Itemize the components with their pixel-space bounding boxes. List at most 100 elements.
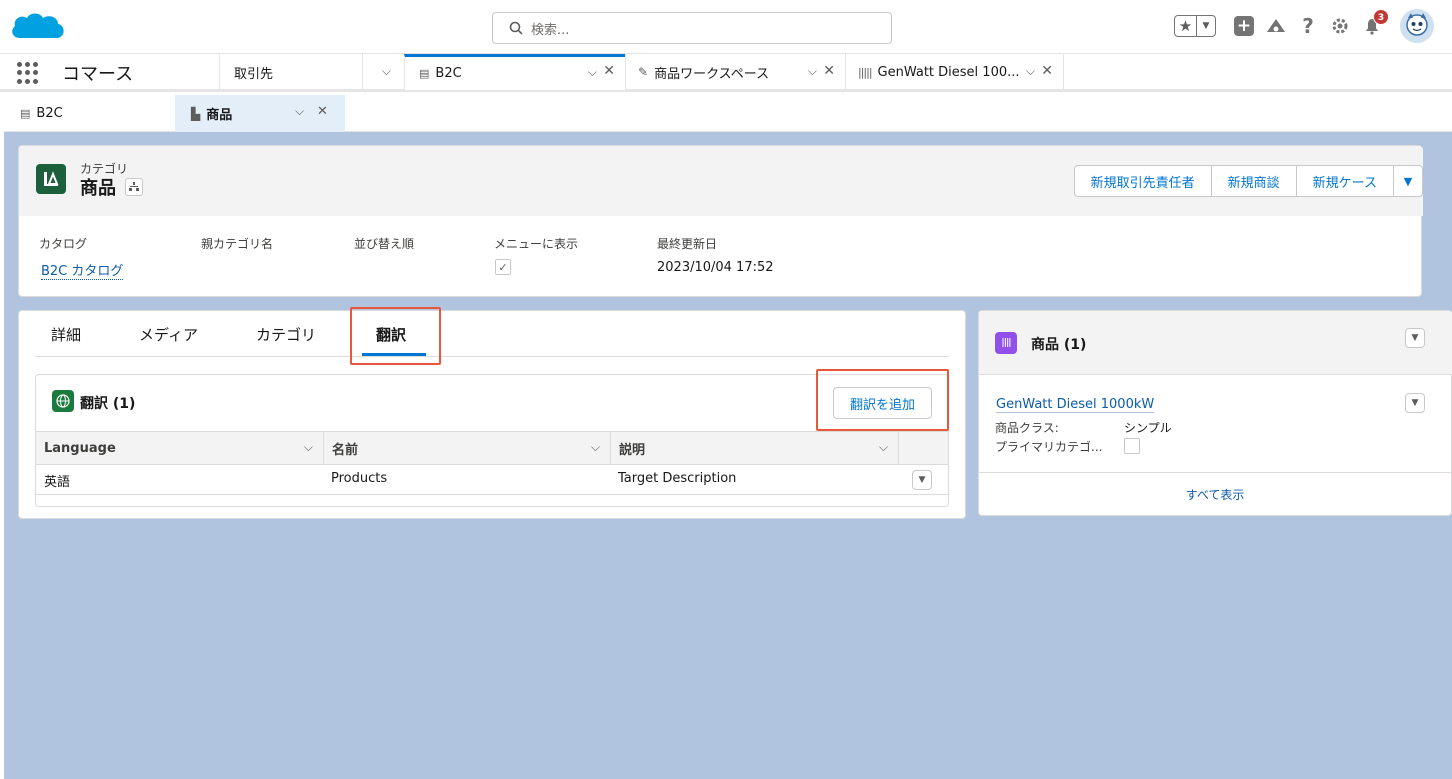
store-icon: ▤ [20, 107, 31, 120]
card-footer [979, 472, 1451, 473]
search-icon [509, 21, 523, 35]
edit-icon: ✎ [638, 65, 649, 79]
workspace-subtabs: ▤ B2C ▙ 商品 ⌵ ✕ [4, 95, 1452, 132]
more-actions-button[interactable]: ▼ [1393, 165, 1423, 197]
close-icon[interactable]: ✕ [317, 104, 328, 119]
salesforce-logo[interactable] [8, 8, 68, 52]
nav-tab-label: B2C [435, 66, 462, 81]
column-header-language[interactable]: Language ⌵ [36, 431, 323, 465]
favorites-button[interactable]: ★ ▼ [1174, 15, 1216, 37]
active-tab-indicator [362, 353, 426, 356]
chevron-down-icon[interactable]: ⌵ [879, 440, 888, 455]
chevron-down-icon[interactable]: ⌵ [808, 64, 817, 79]
gear-icon [1332, 18, 1348, 34]
nav-tab-separator [362, 54, 363, 90]
translations-related-list: 翻訳 (1) 翻訳を追加 Language ⌵ 名前 ⌵ 説明 ⌵ 英語 Pro… [35, 374, 949, 507]
chevron-down-icon: ▼ [1403, 174, 1413, 188]
product-field-label: プライマリカテゴ... [995, 440, 1103, 454]
row-actions-button[interactable]: ▼ [912, 470, 932, 490]
column-header-name[interactable]: 名前 ⌵ [323, 431, 610, 465]
chevron-down-icon[interactable]: ⌵ [1026, 64, 1035, 79]
category-icon: ▙ [191, 106, 201, 121]
record-tabset: 詳細 メディア カテゴリ 翻訳 [35, 311, 949, 357]
chevron-down-icon[interactable]: ▼ [1197, 21, 1215, 31]
global-header: 検索... ★ ▼ + ? 3 [0, 0, 1452, 54]
close-icon[interactable]: ✕ [1041, 63, 1053, 79]
field-label-sort-order: 並び替え順 [354, 237, 415, 251]
search-placeholder: 検索... [531, 22, 570, 38]
field-label-last-modified: 最終更新日 [657, 237, 718, 251]
record-title: 商品 [80, 178, 116, 199]
products-card-title[interactable]: 商品 (1) [1031, 334, 1086, 354]
cell-name: Products [331, 471, 388, 486]
barcode-icon: |||| [1001, 338, 1011, 348]
trailhead-icon [1267, 19, 1285, 32]
notifications-button[interactable]: 3 [1361, 9, 1389, 37]
tab-media[interactable]: メディア [139, 324, 198, 345]
nav-tab-label: GenWatt Diesel 100... [877, 64, 1020, 80]
header-utilities: ★ ▼ + ? 3 [1174, 9, 1434, 43]
subtab-b2c[interactable]: ▤ B2C [4, 95, 175, 132]
nav-tab-b2c[interactable]: ▤ B2C ⌵ ✕ [404, 54, 625, 90]
field-label-parent-category: 親カテゴリ名 [201, 237, 274, 251]
trailhead-button[interactable] [1265, 15, 1287, 37]
nav-tab-genwatt[interactable]: ||||| GenWatt Diesel 100... ⌵ ✕ [845, 54, 1064, 90]
chevron-down-icon[interactable]: ⌵ [304, 440, 313, 455]
nav-tab-accounts[interactable]: 取引先 ⌵ [219, 54, 405, 90]
product-icon-box: |||| [995, 332, 1017, 354]
global-search[interactable]: 検索... [492, 12, 892, 44]
nav-tab-product-workspace[interactable]: ✎ 商品ワークスペース ⌵ ✕ [625, 54, 845, 90]
globe-icon [56, 394, 70, 408]
field-value-show-in-menu: ✓ [495, 259, 511, 275]
star-icon: ★ [1175, 16, 1197, 36]
global-actions-button[interactable]: + [1233, 15, 1255, 37]
chevron-down-icon[interactable]: ⌵ [591, 440, 600, 455]
subtab-label: B2C [36, 106, 63, 121]
plus-icon: + [1234, 16, 1254, 36]
store-icon: ▤ [419, 67, 430, 80]
help-icon: ? [1302, 14, 1314, 38]
chevron-down-icon[interactable]: ⌵ [588, 65, 597, 80]
close-icon[interactable]: ✕ [603, 63, 615, 79]
hierarchy-icon [129, 182, 139, 191]
setup-button[interactable] [1329, 15, 1351, 37]
new-contact-button[interactable]: 新規取引先責任者 [1073, 165, 1212, 197]
tab-details[interactable]: 詳細 [51, 324, 81, 345]
hierarchy-button[interactable] [125, 178, 143, 196]
field-value-last-modified: 2023/10/04 17:52 [657, 260, 774, 275]
primary-category-checkbox [1124, 438, 1140, 454]
app-launcher-icon[interactable] [17, 62, 39, 84]
barcode-icon: ||||| [858, 65, 872, 79]
new-case-button[interactable]: 新規ケース [1295, 165, 1394, 197]
tab-translations[interactable]: 翻訳 [376, 324, 406, 345]
translations-icon-box [52, 390, 74, 412]
nav-tab-label: 取引先 [234, 66, 274, 82]
chevron-down-icon[interactable]: ⌵ [382, 64, 391, 79]
record-tabs-card: 詳細 メディア カテゴリ 翻訳 翻訳 (1) 翻訳を追加 Language ⌵ … [18, 307, 966, 519]
chevron-down-icon[interactable]: ⌵ [295, 104, 304, 119]
new-opportunity-button[interactable]: 新規商談 [1210, 165, 1297, 197]
field-value-catalog[interactable]: B2C カタログ [41, 260, 124, 280]
item-actions-button[interactable]: ▼ [1405, 393, 1425, 413]
products-card-header: |||| 商品 (1) ▼ [979, 311, 1452, 375]
view-all-link[interactable]: すべて表示 [979, 486, 1451, 503]
subtab-products[interactable]: ▙ 商品 ⌵ ✕ [175, 95, 345, 132]
card-menu-button[interactable]: ▼ [1405, 328, 1425, 348]
help-button[interactable]: ? [1297, 14, 1319, 38]
translations-title[interactable]: 翻訳 (1) [80, 393, 135, 413]
user-avatar[interactable] [1400, 9, 1434, 43]
notification-badge: 3 [1373, 9, 1389, 25]
table-row: 英語 Products Target Description ▼ [36, 465, 948, 495]
column-header-description[interactable]: 説明 ⌵ [610, 431, 898, 465]
checkbox-checked: ✓ [495, 259, 511, 275]
field-label-show-in-menu: メニューに表示 [494, 237, 579, 251]
cell-description: Target Description [618, 471, 737, 486]
main-content: カテゴリ 商品 新規取引先責任者 新規商談 新規ケース ▼ カタログ B2C カ… [4, 132, 1452, 779]
nav-tab-label: 商品ワークスペース [654, 66, 770, 82]
app-navigation: コマース 取引先 ⌵ ▤ B2C ⌵ ✕ ✎ 商品ワークスペース ⌵ ✕ |||… [0, 54, 1452, 92]
product-item-name[interactable]: GenWatt Diesel 1000kW [996, 397, 1155, 413]
close-icon[interactable]: ✕ [823, 63, 835, 79]
tab-category[interactable]: カテゴリ [256, 324, 316, 345]
app-name: コマース [62, 64, 134, 85]
add-translation-button[interactable]: 翻訳を追加 [833, 387, 933, 419]
